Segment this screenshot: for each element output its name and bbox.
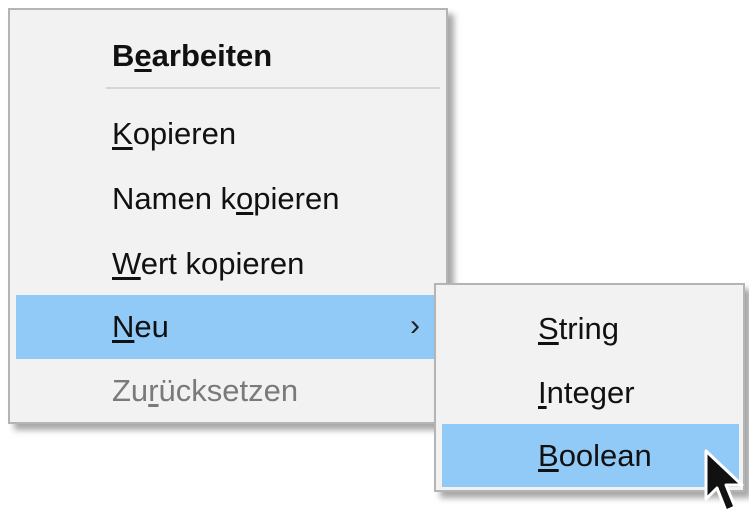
menu-header-bearbeiten[interactable]: Bearbeiten	[16, 24, 440, 88]
menu-item-label: Namen kopieren	[112, 181, 340, 216]
menu-separator	[106, 87, 440, 89]
menu-item-neu[interactable]: Neu ›	[16, 295, 440, 359]
menu-item-label: Integer	[538, 375, 635, 410]
menu-item-wert-kopieren[interactable]: Wert kopieren	[16, 232, 440, 296]
mouse-pointer-icon	[704, 449, 744, 513]
menu-item-zuruecksetzen: Zurücksetzen	[16, 359, 440, 423]
menu-item-label: Wert kopieren	[112, 246, 305, 281]
menu-item-label: Kopieren	[112, 116, 237, 151]
submenu-neu: String Integer Boolean	[434, 283, 745, 492]
context-menu: Bearbeiten Kopieren Namen kopieren Wert …	[8, 8, 448, 424]
screenshot-stage: Bearbeiten Kopieren Namen kopieren Wert …	[0, 0, 749, 519]
menu-item-kopieren[interactable]: Kopieren	[16, 102, 440, 166]
menu-item-label: Neu	[112, 309, 169, 344]
menu-item-namen-kopieren[interactable]: Namen kopieren	[16, 167, 440, 231]
menu-item-label: Zurücksetzen	[112, 373, 299, 408]
menu-item-label: Boolean	[538, 438, 652, 473]
submenu-item-string[interactable]: String	[442, 297, 739, 360]
submenu-item-boolean[interactable]: Boolean	[442, 424, 739, 487]
menu-item-label: Bearbeiten	[112, 38, 273, 73]
menu-item-label: String	[538, 311, 619, 346]
submenu-item-integer[interactable]: Integer	[442, 361, 739, 424]
submenu-chevron-right-icon: ›	[410, 309, 420, 342]
